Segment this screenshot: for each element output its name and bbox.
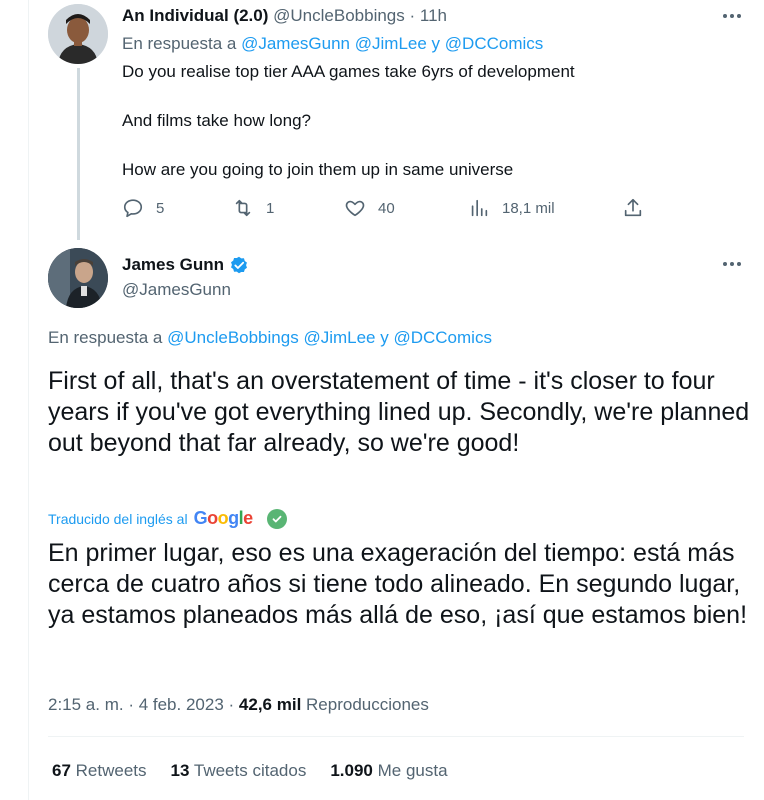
- views-button[interactable]: 18,1 mil: [468, 196, 555, 220]
- reply-actions: 5 1 40 18,1 mil: [122, 196, 652, 220]
- likes-label: Me gusta: [377, 761, 448, 780]
- mention-conjunction[interactable]: y: [432, 34, 441, 53]
- mention-conjunction[interactable]: y: [380, 328, 389, 347]
- quotes-count: 13: [170, 761, 190, 780]
- like-count: 40: [378, 199, 395, 217]
- retweets-label: Retweets: [75, 761, 147, 780]
- more-icon-dot: [723, 14, 727, 18]
- reply-body-line: Do you realise top tier AAA games take 6…: [122, 62, 575, 81]
- reply-icon: [123, 199, 143, 218]
- retweet-count: 1: [266, 199, 275, 217]
- reply-body-line: How are you going to join them up in sam…: [122, 160, 514, 179]
- tweet-timestamp[interactable]: 2:15 a. m. · 4 feb. 2023: [48, 695, 224, 714]
- more-icon-dot: [730, 262, 734, 266]
- mention-link[interactable]: @JimLee: [355, 34, 427, 53]
- reply-button[interactable]: 5: [122, 196, 164, 220]
- reply-body: Do you realise top tier AAA games take 6…: [122, 60, 575, 182]
- avatar-james-gunn[interactable]: [48, 248, 108, 308]
- more-icon-dot: [730, 14, 734, 18]
- reply-header: An Individual (2.0) @UncleBobbings · 11h: [122, 6, 447, 26]
- more-icon-dot: [737, 262, 741, 266]
- more-icon-dot: [737, 14, 741, 18]
- main-tweet-text: First of all, that's an overstatement of…: [48, 367, 750, 457]
- retweet-button[interactable]: 1: [232, 196, 274, 220]
- mention-link[interactable]: @JimLee: [303, 328, 375, 347]
- google-logo: Google: [193, 508, 254, 528]
- main-handle[interactable]: @JamesGunn: [122, 280, 231, 300]
- verified-badge-icon[interactable]: [228, 254, 250, 276]
- replying-prefix: En respuesta a: [122, 34, 237, 53]
- views-icon: [471, 199, 488, 217]
- reply-more-button[interactable]: [718, 6, 746, 26]
- main-more-button[interactable]: [718, 254, 746, 274]
- main-display-name[interactable]: James Gunn: [122, 255, 224, 275]
- thread-line: [77, 68, 80, 240]
- like-button[interactable]: 40: [344, 196, 395, 220]
- divider: [48, 736, 744, 737]
- mention-link[interactable]: @UncleBobbings: [167, 328, 299, 347]
- avatar-uncle-bobbings[interactable]: [48, 4, 108, 64]
- share-button[interactable]: [622, 196, 644, 220]
- likes-count: 1.090: [330, 761, 373, 780]
- tweet-stats: 67 Retweets 13 Tweets citados 1.090 Me g…: [52, 761, 448, 781]
- reply-display-name[interactable]: An Individual (2.0): [122, 6, 268, 25]
- retweets-stat[interactable]: 67 Retweets: [52, 761, 147, 781]
- more-icon-dot: [723, 262, 727, 266]
- main-replying-to: En respuesta a @UncleBobbings @JimLee y …: [48, 328, 492, 348]
- mention-link[interactable]: @DCComics: [393, 328, 491, 347]
- separator-dot: ·: [409, 6, 416, 25]
- retweets-count: 67: [52, 761, 71, 780]
- quotes-label: Tweets citados: [193, 761, 307, 780]
- main-tweet-translation: En primer lugar, eso es una exageración …: [48, 539, 748, 629]
- check-icon: [266, 508, 287, 529]
- views-count: 42,6 mil: [238, 695, 302, 714]
- reply-count: 5: [156, 199, 165, 217]
- reply-tweet[interactable]: An Individual (2.0) @UncleBobbings · 11h…: [28, 0, 764, 240]
- views-label: Reproducciones: [306, 695, 429, 714]
- likes-stat[interactable]: 1.090 Me gusta: [330, 761, 447, 781]
- views-count: 18,1 mil: [502, 199, 555, 217]
- share-icon: [624, 198, 642, 217]
- quotes-stat[interactable]: 13 Tweets citados: [171, 761, 307, 781]
- translated-label: Traducido del inglés al: [48, 510, 188, 527]
- translation-attribution: Traducido del inglés al Google: [48, 508, 287, 529]
- reply-replying-to: En respuesta a @JamesGunn @JimLee y @DCC…: [122, 34, 543, 54]
- separator-dot: ·: [228, 695, 235, 714]
- mention-link[interactable]: @DCComics: [445, 34, 543, 53]
- like-icon: [345, 200, 365, 217]
- reply-body-line: And films take how long?: [122, 111, 311, 130]
- reply-time[interactable]: 11h: [420, 6, 447, 25]
- replying-prefix: En respuesta a: [48, 328, 163, 347]
- tweet-meta: 2:15 a. m. · 4 feb. 2023 · 42,6 mil Repr…: [48, 695, 429, 715]
- mention-link[interactable]: @JamesGunn: [241, 34, 350, 53]
- retweet-icon: [235, 199, 251, 217]
- reply-handle[interactable]: @UncleBobbings: [273, 6, 405, 25]
- main-name-row: James Gunn: [122, 254, 250, 276]
